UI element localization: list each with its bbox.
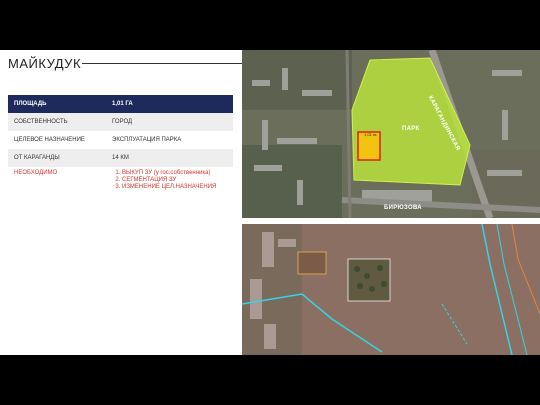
- table-header-row: ПЛОЩАДЬ 1,01 ГА: [8, 95, 233, 113]
- required-list-cell: ВЫКУП ЗУ (у гос.собственника) СЕГМЕНТАЦИ…: [106, 167, 233, 191]
- required-label: НЕОБХОДИМО: [14, 170, 58, 176]
- slide: МАЙКУДУК ПЛОЩАДЬ 1,01 ГА СОБСТВЕННОСТЬ Г…: [0, 50, 540, 355]
- required-row: НЕОБХОДИМО ВЫКУП ЗУ (у гос.собственника)…: [8, 167, 233, 191]
- row-value: ГОРОД: [106, 113, 233, 131]
- table-row: СОБСТВЕННОСТЬ ГОРОД: [8, 113, 233, 131]
- park-label: ПАРК: [402, 126, 420, 132]
- plot-label: 1,01 га: [364, 132, 377, 137]
- title-divider: [82, 63, 242, 64]
- table-row: ЦЕЛЕВОЕ НАЗНАЧЕНИЕ ЭКСПЛУАТАЦИЯ ПАРКА: [8, 131, 233, 149]
- info-table: ПЛОЩАДЬ 1,01 ГА СОБСТВЕННОСТЬ ГОРОД ЦЕЛЕ…: [8, 95, 233, 191]
- row-label: ОТ КАРАГАНДЫ: [8, 149, 106, 167]
- header-label: ПЛОЩАДЬ: [8, 95, 106, 113]
- header-value: 1,01 ГА: [106, 95, 233, 113]
- required-list: ВЫКУП ЗУ (у гос.собственника) СЕГМЕНТАЦИ…: [112, 170, 227, 191]
- row-label: СОБСТВЕННОСТЬ: [8, 113, 106, 131]
- row-value: ЭКСПЛУАТАЦИЯ ПАРКА: [106, 131, 233, 149]
- map-overview-graphic: 1,01 га: [242, 50, 540, 220]
- satellite-map-overview: 1,01 га ПАРК КАРАГАНДИНСКАЯ БИРЮЗОВА: [242, 50, 540, 220]
- row-label: ЦЕЛЕВОЕ НАЗНАЧЕНИЕ: [8, 131, 106, 149]
- satellite-map-detail: [241, 223, 540, 355]
- required-item: ИЗМЕНЕНИЕ ЦЕЛ.НАЗНАЧЕНИЯ: [122, 184, 227, 191]
- required-item: ВЫКУП ЗУ (у гос.собственника): [122, 170, 227, 177]
- map-detail-graphic: [241, 223, 540, 355]
- street-label-biryuzova: БИРЮЗОВА: [384, 205, 422, 211]
- page-title: МАЙКУДУК: [8, 56, 82, 71]
- table-row: ОТ КАРАГАНДЫ 14 КМ: [8, 149, 233, 167]
- row-value: 14 КМ: [106, 149, 233, 167]
- required-item: СЕГМЕНТАЦИЯ ЗУ: [122, 177, 227, 184]
